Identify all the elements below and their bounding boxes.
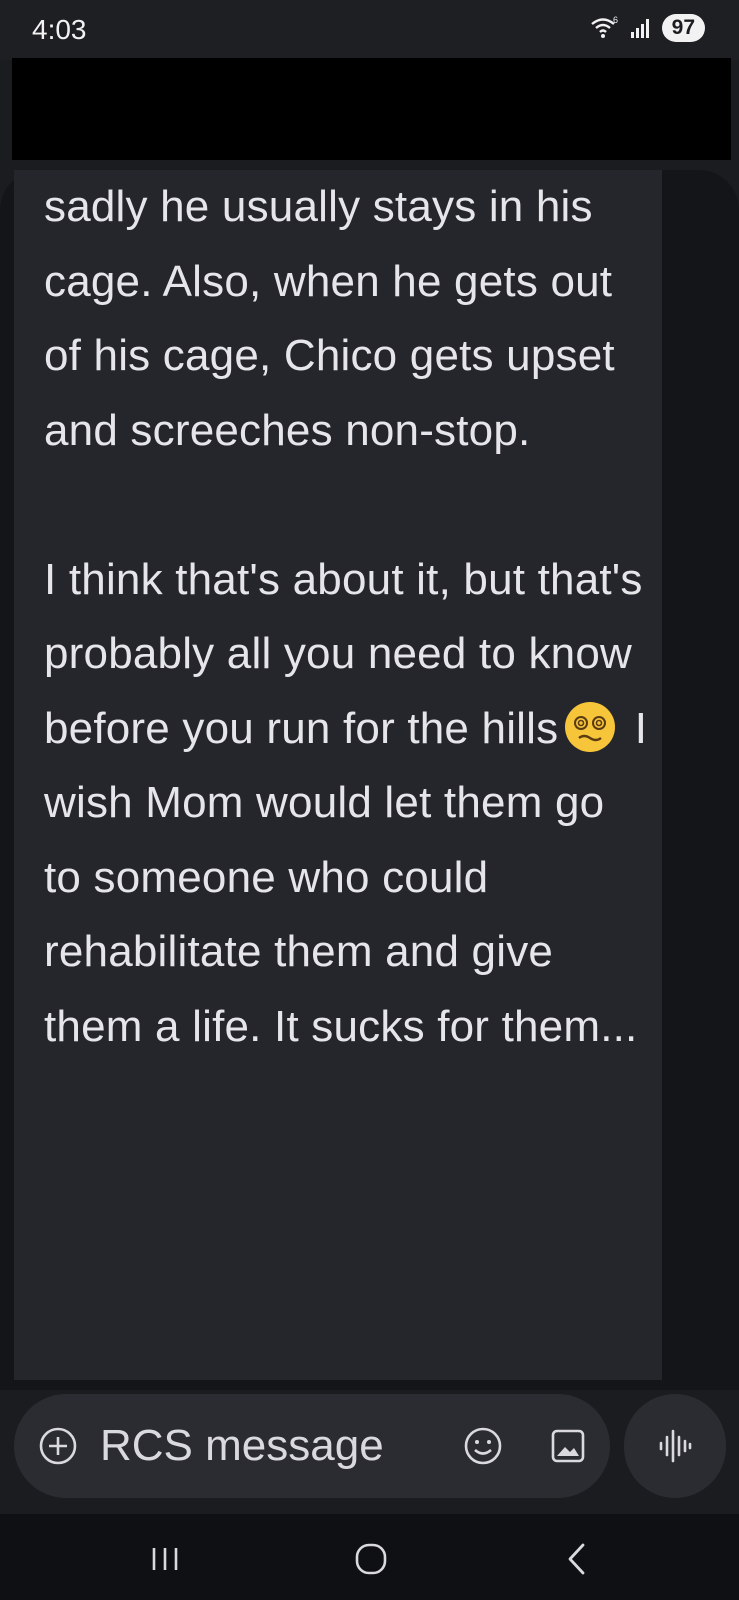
message-paragraph-text: I think that's about it, but that's prob…	[44, 554, 643, 753]
status-bar: 4:03 6 97	[0, 0, 739, 60]
message-bubble[interactable]: sadly he usually stays in his cage. Also…	[14, 170, 662, 1380]
signal-icon	[630, 19, 649, 38]
gallery-icon[interactable]	[548, 1426, 588, 1466]
voice-message-button[interactable]	[624, 1394, 726, 1498]
wifi-6-icon: 6	[590, 15, 618, 38]
face-with-spiral-eyes-icon	[565, 701, 616, 752]
svg-text:6: 6	[613, 15, 618, 25]
recents-icon[interactable]	[140, 1534, 190, 1584]
home-icon[interactable]	[346, 1534, 396, 1584]
status-time: 4:03	[32, 14, 87, 45]
message-paragraph: sadly he usually stays in his cage. Also…	[44, 182, 615, 455]
back-icon[interactable]	[552, 1534, 602, 1584]
battery-icon: 97	[661, 14, 705, 42]
emoji-icon[interactable]	[462, 1425, 504, 1467]
add-icon[interactable]	[38, 1426, 78, 1466]
message-paragraph-text: I wish Mom would let them go to someone …	[44, 703, 648, 1051]
message-paragraph: I think that's about it, but that's prob…	[44, 543, 649, 1065]
status-icons: 6 97	[590, 14, 705, 42]
voice-waveform-icon	[659, 1429, 692, 1463]
navigation-bar	[0, 1514, 739, 1600]
message-input[interactable]: RCS message	[100, 1414, 384, 1478]
message-composer[interactable]: RCS message	[14, 1394, 610, 1498]
redacted-header	[12, 58, 731, 160]
message-text: sadly he usually stays in his cage. Also…	[44, 170, 649, 1064]
